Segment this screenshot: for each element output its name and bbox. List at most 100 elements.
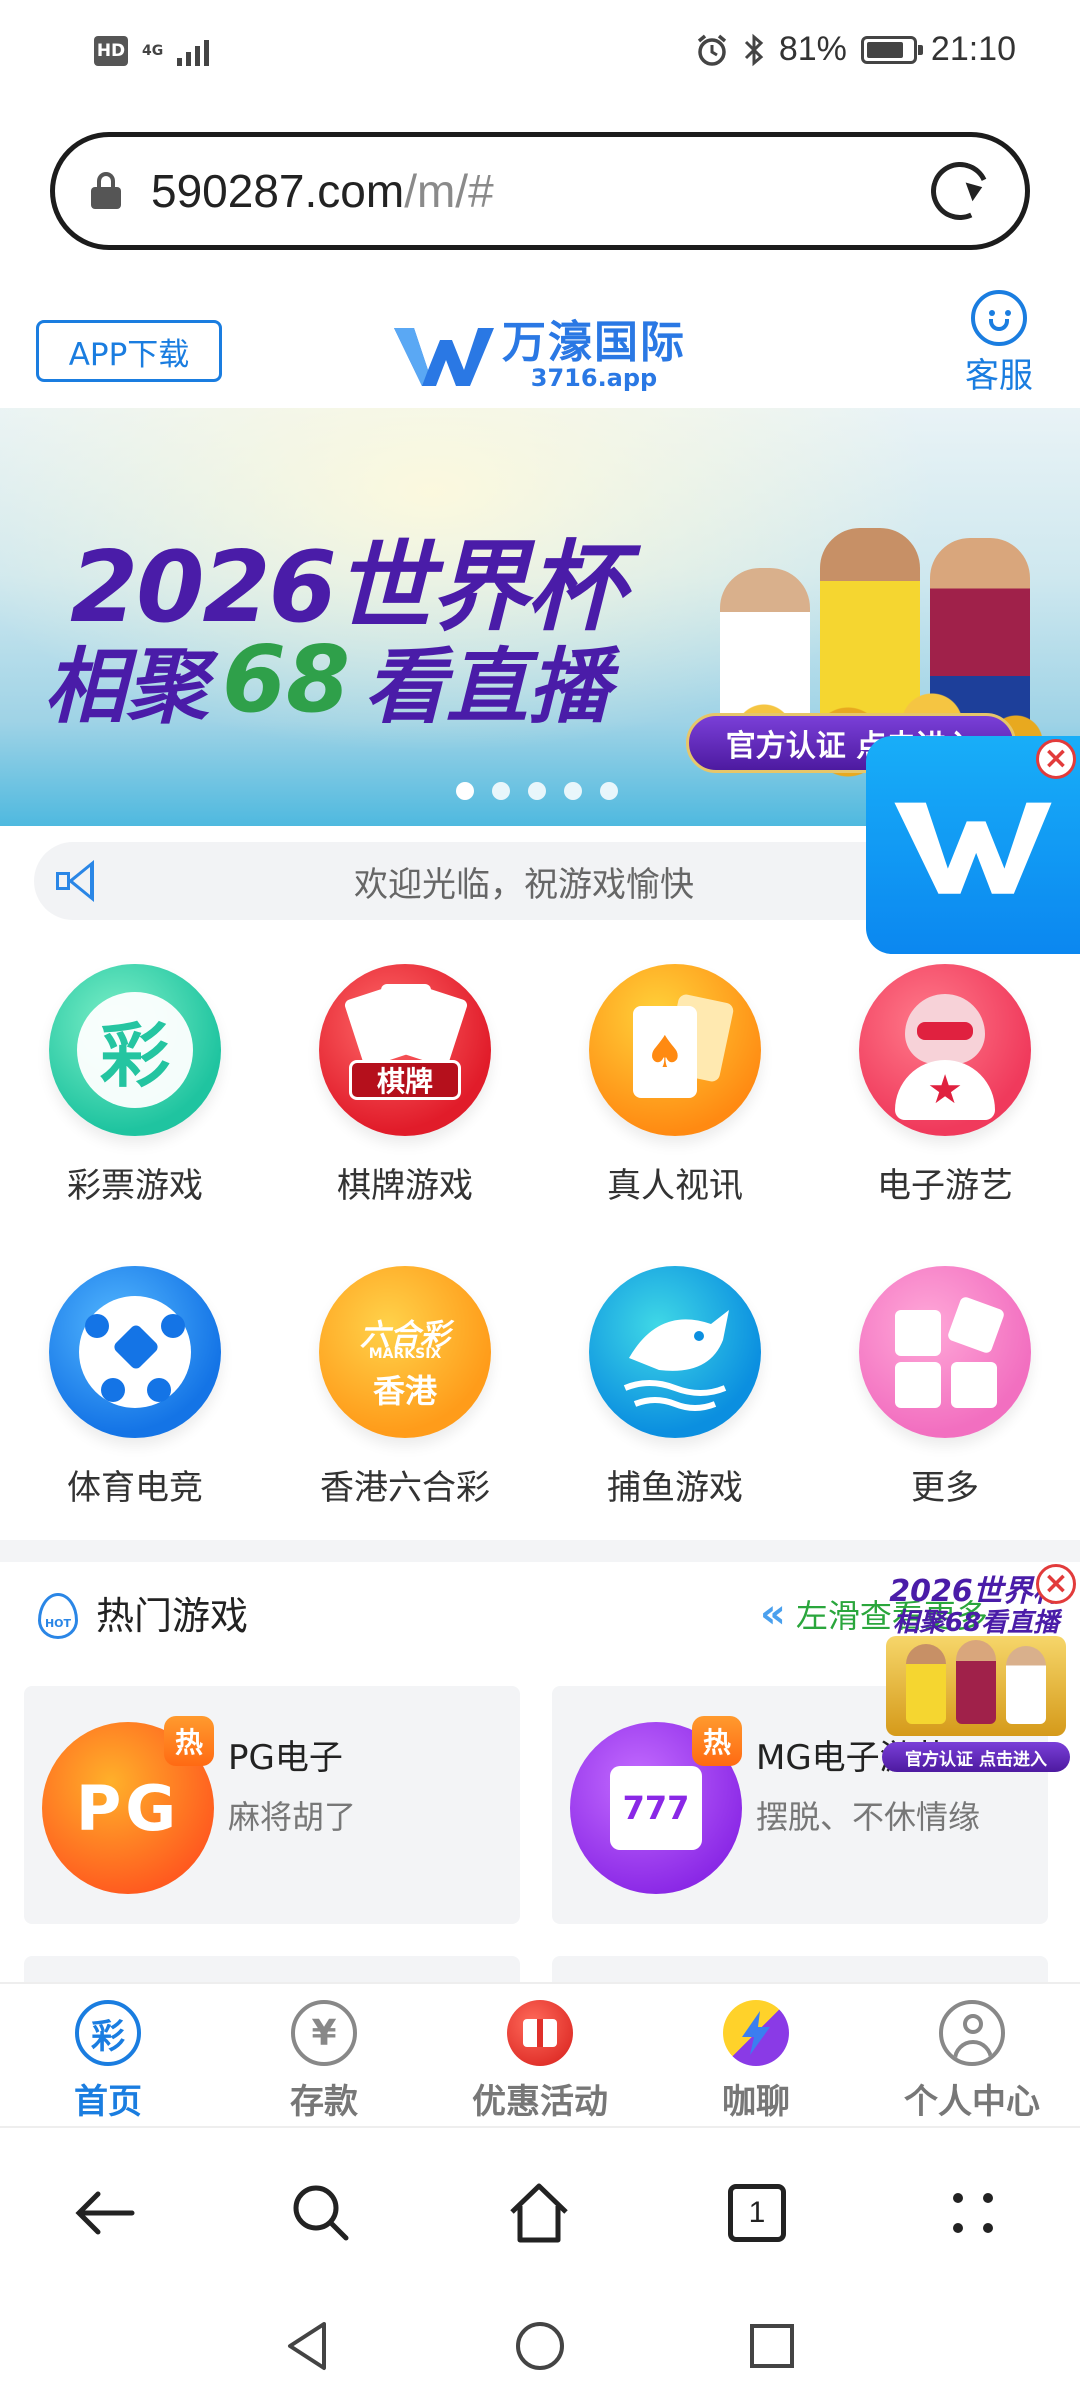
float-promo-subtitle: 相聚68看直播 (892, 1608, 1060, 1638)
category-label: 彩票游戏 (67, 1166, 203, 1206)
nav-profile[interactable]: 个人中心 (864, 1984, 1080, 2126)
battery-percent: 81% (778, 30, 847, 68)
clock: 21:10 (930, 30, 1016, 68)
browser-toolbar: 1 (0, 2126, 1080, 2290)
category-more[interactable]: 更多 (835, 1266, 1055, 1509)
nav-home[interactable]: 彩 首页 (0, 1984, 216, 2126)
bottom-nav: 彩 首页 ¥ 存款 优惠活动 咖聊 个人中心 (0, 1982, 1080, 2126)
tab-count: 1 (728, 2184, 786, 2242)
lock-icon (91, 172, 121, 210)
app-download-button[interactable]: APP下载 (36, 320, 222, 382)
carousel-dots (456, 782, 618, 800)
system-back-icon[interactable] (278, 2316, 338, 2376)
marksix-icon: 六合彩 MARKSIX 香港 (319, 1266, 491, 1438)
carousel-dot[interactable] (492, 782, 510, 800)
battery-fill (866, 41, 903, 58)
nav-chat[interactable]: 咖聊 (648, 1984, 864, 2126)
deposit-icon: ¥ (291, 2000, 357, 2066)
category-fishing[interactable]: 捕鱼游戏 (565, 1266, 785, 1509)
chat-icon (723, 2000, 789, 2066)
w-logo-icon (894, 802, 1052, 894)
home-icon (510, 2183, 568, 2243)
home-lottery-icon: 彩 (75, 2000, 141, 2066)
category-live-casino[interactable]: ♠ 真人视讯 (565, 964, 785, 1207)
carousel-dot[interactable] (456, 782, 474, 800)
url-path: /m/# (404, 165, 494, 217)
nav-deposit[interactable]: ¥ 存款 (216, 1984, 432, 2126)
status-bar: HD 4G 81% 21:10 (0, 0, 1080, 110)
promotions-icon (507, 2000, 573, 2066)
cards-icon: 棋牌 (319, 964, 491, 1136)
category-cards[interactable]: 棋牌 棋牌游戏 (295, 964, 515, 1207)
live-casino-icon: ♠ (589, 964, 761, 1136)
close-float-promo-button[interactable]: × (1036, 739, 1076, 779)
logo-w-icon (394, 328, 494, 386)
notice-text: 欢迎光临，祝游戏愉快 (354, 864, 694, 905)
category-sports[interactable]: 体育电竞 (25, 1266, 245, 1509)
system-nav-bar (0, 2290, 1080, 2400)
system-recents-icon[interactable] (742, 2316, 802, 2376)
more-icon (859, 1266, 1031, 1438)
customer-service-label: 客服 (965, 356, 1033, 396)
game-card-pg[interactable]: PG 热 PG电子 麻将胡了 (24, 1686, 520, 1924)
logo-domain: 3716.app (530, 364, 658, 392)
category-lottery[interactable]: 彩 彩票游戏 (25, 964, 245, 1207)
category-marksix[interactable]: 六合彩 MARKSIX 香港 香港六合彩 (295, 1266, 515, 1509)
nav-promotions[interactable]: 优惠活动 (432, 1984, 648, 2126)
back-button[interactable] (72, 2180, 138, 2246)
category-label: 香港六合彩 (320, 1468, 490, 1508)
network-type: 4G (142, 43, 164, 59)
hot-badge: 热 (692, 1716, 742, 1766)
speaker-icon (54, 858, 104, 904)
nav-label: 首页 (74, 2082, 142, 2122)
banner-subtitle-a: 相聚 (44, 640, 208, 735)
status-left: HD 4G (94, 36, 210, 66)
carousel-dot[interactable] (564, 782, 582, 800)
menu-button[interactable] (940, 2180, 1006, 2246)
sports-icon (49, 1266, 221, 1438)
system-home-icon[interactable] (510, 2316, 570, 2376)
float-promo-cta[interactable]: 官方认证 点击进入 (882, 1742, 1070, 1772)
site-logo[interactable]: 万濠国际 3716.app (392, 320, 686, 390)
category-electronic[interactable]: ★ 电子游艺 (835, 964, 1055, 1207)
customer-service-icon (971, 290, 1027, 346)
electronic-games-icon: ★ (859, 964, 1031, 1136)
arrow-left-icon (75, 2191, 135, 2235)
category-label: 电子游艺 (877, 1166, 1013, 1206)
search-button[interactable] (288, 2180, 354, 2246)
nav-label: 咖聊 (722, 2082, 790, 2122)
search-icon (293, 2185, 349, 2241)
logo-name: 万濠国际 (502, 317, 686, 368)
hd-indicator: HD (94, 36, 128, 66)
status-right: 81% 21:10 (695, 30, 1016, 69)
carousel-dot[interactable] (600, 782, 618, 800)
fishing-icon (589, 1266, 761, 1438)
bluetooth-icon (744, 33, 764, 66)
reload-icon[interactable] (922, 153, 998, 229)
customer-service-button[interactable]: 客服 (954, 290, 1044, 397)
address-bar[interactable]: 590287.com/m/# (50, 132, 1030, 250)
home-button[interactable] (506, 2180, 572, 2246)
carousel-dot[interactable] (528, 782, 546, 800)
hot-badge: 热 (164, 1716, 214, 1766)
close-float-promo-small-button[interactable]: × (1036, 1564, 1076, 1604)
hot-icon: HOT (38, 1593, 78, 1639)
nav-label: 优惠活动 (472, 2082, 608, 2122)
tabs-button[interactable]: 1 (724, 2180, 790, 2246)
category-label: 捕鱼游戏 (607, 1468, 743, 1508)
signal-icon (177, 36, 210, 66)
category-label: 体育电竞 (67, 1468, 203, 1508)
category-label: 真人视讯 (607, 1166, 743, 1206)
game-desc: 麻将胡了 (228, 1798, 357, 1836)
lottery-icon: 彩 (49, 964, 221, 1136)
category-label: 棋牌游戏 (337, 1166, 473, 1206)
double-chevron-left-icon: « (760, 1591, 786, 1637)
nav-label: 存款 (290, 2082, 358, 2122)
url-text[interactable]: 590287.com/m/# (151, 164, 931, 218)
nav-label: 个人中心 (904, 2082, 1040, 2122)
battery-icon (860, 35, 923, 64)
banner-subtitle-b: 看直播 (364, 640, 611, 735)
profile-icon (939, 2000, 1005, 2066)
hot-games-title: 热门游戏 (96, 1594, 249, 1638)
site-header: APP下载 万濠国际 3716.app 客服 (0, 290, 1080, 408)
